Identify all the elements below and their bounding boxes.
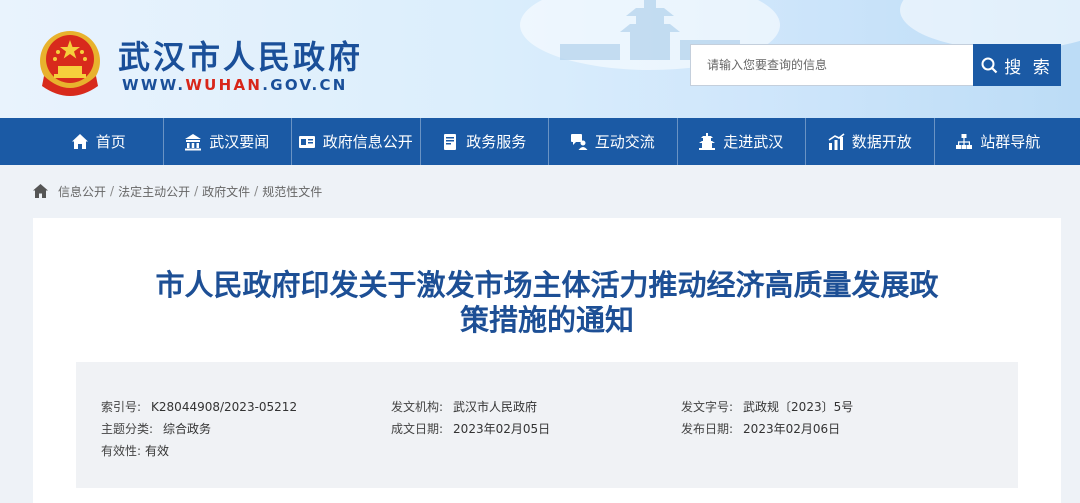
nav-item-gov-services[interactable]: 政务服务 <box>419 118 549 165</box>
search-button-label: 搜 索 <box>1004 57 1053 78</box>
meta-validity: 有效性: 有效 <box>101 442 169 459</box>
breadcrumb-separator: / <box>194 184 199 198</box>
site-url-suffix: .GOV.CN <box>262 76 348 94</box>
search-button[interactable]: 搜 索 <box>973 44 1061 86</box>
meta-created-date: 成文日期: 2023年02月05日 <box>391 420 550 437</box>
id-card-icon <box>298 135 315 148</box>
main-nav: 首页 武汉要闻 政府信息公开 政务服务 互动交流 走进武汉 数据开放 站群导航 <box>0 118 1080 165</box>
meta-label: 成文日期: <box>391 422 444 436</box>
meta-value: 武汉市人民政府 <box>453 400 538 414</box>
national-emblem-logo <box>40 31 100 96</box>
meta-label: 索引号: <box>101 400 142 414</box>
meta-label: 主题分类: <box>101 422 154 436</box>
search-icon <box>981 57 998 73</box>
meta-value: 2023年02月05日 <box>453 422 551 436</box>
nav-item-label: 数据开放 <box>851 133 912 151</box>
metadata-row: 主题分类: 综合政务 成文日期: 2023年02月05日 发布日期: 2023年02月… <box>76 420 1018 440</box>
meta-value: 有效 <box>145 444 170 458</box>
nav-item-label: 互动交流 <box>594 133 655 151</box>
nav-item-label: 站群导航 <box>980 133 1041 151</box>
breadcrumb: 信息公开 / 法定主动公开 / 政府文件 / 规范性文件 <box>33 182 322 200</box>
nav-item-label: 武汉要闻 <box>209 133 270 151</box>
document-title-line: 市人民政府印发关于激发市场主体活力推动经济高质量发展政 <box>155 268 939 302</box>
breadcrumb-item-info-disclosure[interactable]: 信息公开 <box>58 183 106 200</box>
nav-item-wuhan-news[interactable]: 武汉要闻 <box>162 118 292 165</box>
site-url-prefix: WWW. <box>122 76 186 94</box>
meta-value: 2023年02月06日 <box>743 422 841 436</box>
nav-item-label: 政府信息公开 <box>322 133 413 151</box>
meta-value: K28044908/2023-05212 <box>151 400 298 414</box>
meta-label: 发文机构: <box>391 400 444 414</box>
home-icon <box>71 133 88 149</box>
meta-agency: 发文机构: 武汉市人民政府 <box>391 398 537 415</box>
sitemap-icon <box>956 133 973 149</box>
breadcrumb-item-gov-documents[interactable]: 政府文件 <box>202 183 250 200</box>
nav-item-explore-wuhan[interactable]: 走进武汉 <box>676 118 806 165</box>
meta-published-date: 发布日期: 2023年02月06日 <box>681 420 840 437</box>
meta-label: 发布日期: <box>681 422 734 436</box>
nav-item-gov-info[interactable]: 政府信息公开 <box>291 118 420 165</box>
site-url-brand: WUHAN <box>185 76 263 94</box>
home-icon[interactable] <box>33 184 48 198</box>
metadata-row: 有效性: 有效 <box>76 442 1018 462</box>
pagoda-icon <box>699 132 716 150</box>
breadcrumb-item-statutory-disclosure[interactable]: 法定主动公开 <box>118 183 190 200</box>
document-metadata: 索引号: K28044908/2023-05212 发文机构: 武汉市人民政府 发文… <box>76 362 1018 488</box>
document-title-line: 策措施的通知 <box>459 303 634 337</box>
breadcrumb-separator: / <box>110 184 115 198</box>
nav-item-interaction[interactable]: 互动交流 <box>548 118 677 165</box>
meta-value: 武政规〔2023〕5号 <box>743 400 854 414</box>
meta-value: 综合政务 <box>163 422 212 436</box>
nav-item-label: 首页 <box>95 133 126 151</box>
meta-doc-number: 发文字号: 武政规〔2023〕5号 <box>681 398 853 415</box>
document-title: 市人民政府印发关于激发市场主体活力推动经济高质量发展政 策措施的通知 <box>93 268 1001 338</box>
meta-label: 有效性: <box>101 444 142 458</box>
site-url[interactable]: WWW.WUHAN.GOV.CN <box>122 76 348 94</box>
metadata-row: 索引号: K28044908/2023-05212 发文机构: 武汉市人民政府 发文… <box>76 398 1018 418</box>
breadcrumb-item-normative-documents[interactable]: 规范性文件 <box>262 183 322 200</box>
breadcrumb-separator: / <box>254 184 259 198</box>
chat-user-icon <box>570 133 588 150</box>
building-icon <box>185 133 202 150</box>
meta-index: 索引号: K28044908/2023-05212 <box>101 398 297 415</box>
nav-item-open-data[interactable]: 数据开放 <box>805 118 934 165</box>
search-input[interactable]: 请输入您要查询的信息 <box>690 44 974 86</box>
document-panel: 市人民政府印发关于激发市场主体活力推动经济高质量发展政 策措施的通知 索引号: K… <box>33 218 1061 503</box>
document-icon <box>444 133 457 150</box>
site-title[interactable]: 武汉市人民政府 <box>118 32 363 78</box>
nav-item-home[interactable]: 首页 <box>34 118 163 165</box>
meta-topic: 主题分类: 综合政务 <box>101 420 211 437</box>
nav-item-label: 政务服务 <box>466 133 527 151</box>
nav-item-site-navigation[interactable]: 站群导航 <box>933 118 1063 165</box>
nav-item-label: 走进武汉 <box>723 133 784 151</box>
chart-icon <box>828 132 845 150</box>
site-header: 武汉市人民政府 WWW.WUHAN.GOV.CN 请输入您要查询的信息 搜 索 <box>0 0 1080 118</box>
meta-label: 发文字号: <box>681 400 734 414</box>
